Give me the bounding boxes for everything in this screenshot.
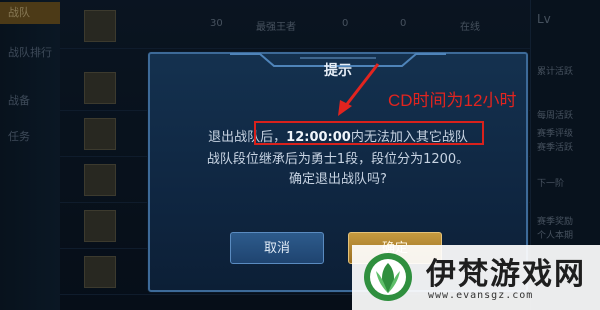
dialog-message-line2: 战队段位继承后为勇士1段，段位分为1200。	[206, 152, 470, 167]
watermark-url: www.evansgz.com	[428, 290, 534, 301]
watermark-logo-icon	[364, 253, 412, 301]
dialog-message-line3: 确定退出战队吗?	[289, 172, 387, 187]
cancel-button[interactable]: 取消	[230, 232, 324, 264]
watermark: 伊梵游戏网 www.evansgz.com	[352, 245, 600, 310]
annotation-arrow-icon	[338, 63, 380, 116]
watermark-name: 伊梵游戏网	[426, 257, 586, 292]
annotation-text: CD时间为12小时	[388, 91, 517, 110]
highlight-box	[254, 121, 484, 145]
